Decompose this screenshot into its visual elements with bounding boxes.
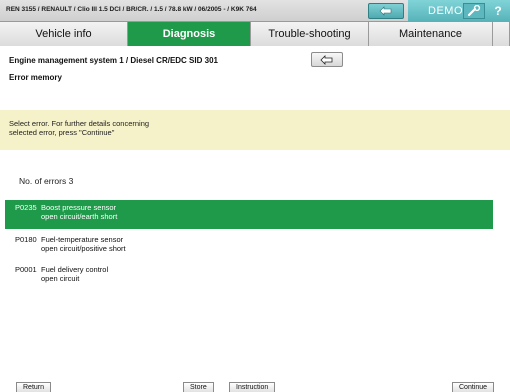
back-arrow-icon <box>320 54 333 65</box>
instruction-line-1: Select error. For further details concer… <box>9 119 150 128</box>
header-bar: REN 3155 / RENAULT / Clio III 1.5 DCI / … <box>0 0 510 22</box>
header-back-button[interactable] <box>368 3 404 19</box>
demo-label: DEMO <box>428 5 463 17</box>
continue-button[interactable]: Continue <box>452 382 495 392</box>
system-title: Engine management system 1 / Diesel CR/E… <box>9 56 218 65</box>
instruction-line-2: selected error, press "Continue" <box>9 128 115 137</box>
instruction-button[interactable]: Instruction <box>229 382 276 392</box>
error-detail: open circuit/positive short <box>41 244 126 253</box>
error-detail: open circuit <box>41 274 80 283</box>
error-row-p0235[interactable]: P0235 Boost pressure sensor open circuit/… <box>5 200 493 229</box>
error-description: Boost pressure sensor <box>41 203 117 212</box>
return-button[interactable]: Return <box>16 382 52 392</box>
error-detail: open circuit/earth short <box>41 212 118 221</box>
demo-area: DEMO ? <box>408 0 510 22</box>
store-button[interactable]: Store <box>183 382 214 392</box>
tab-diagnosis[interactable]: Diagnosis <box>128 22 251 46</box>
bottom-button-bar: Return Store Instruction Continue <box>0 378 510 392</box>
help-button[interactable]: ? <box>489 3 507 19</box>
error-list: No. of errors 3 P0235 Boost pressure sens… <box>0 150 510 378</box>
error-code: P0235 <box>15 203 37 212</box>
tab-vehicle-info[interactable]: Vehicle info <box>0 22 128 46</box>
instruction-panel: Select error. For further details concer… <box>0 110 510 150</box>
section-title: Error memory <box>9 73 62 82</box>
error-row-p0180[interactable]: P0180 Fuel-temperature sensor open circui… <box>5 232 493 261</box>
main-tabs: Vehicle info Diagnosis Trouble-shooting … <box>0 22 510 46</box>
error-code: P0180 <box>15 235 37 244</box>
system-back-button[interactable] <box>311 52 343 67</box>
title-area: Engine management system 1 / Diesel CR/E… <box>0 47 510 109</box>
error-code: P0001 <box>15 265 37 274</box>
tab-maintenance[interactable]: Maintenance <box>369 22 493 46</box>
tab-overflow <box>493 22 510 46</box>
error-description: Fuel delivery control <box>41 265 109 274</box>
error-row-p0001[interactable]: P0001 Fuel delivery control open circuit <box>5 262 493 291</box>
tools-button[interactable] <box>463 3 485 19</box>
tab-trouble-shooting[interactable]: Trouble-shooting <box>251 22 369 46</box>
error-description: Fuel-temperature sensor <box>41 235 124 244</box>
wrench-icon <box>467 5 481 17</box>
error-count: No. of errors 3 <box>19 176 74 186</box>
vehicle-id-label: REN 3155 / RENAULT / Clio III 1.5 DCI / … <box>6 6 257 13</box>
back-arrow-icon <box>379 6 392 16</box>
